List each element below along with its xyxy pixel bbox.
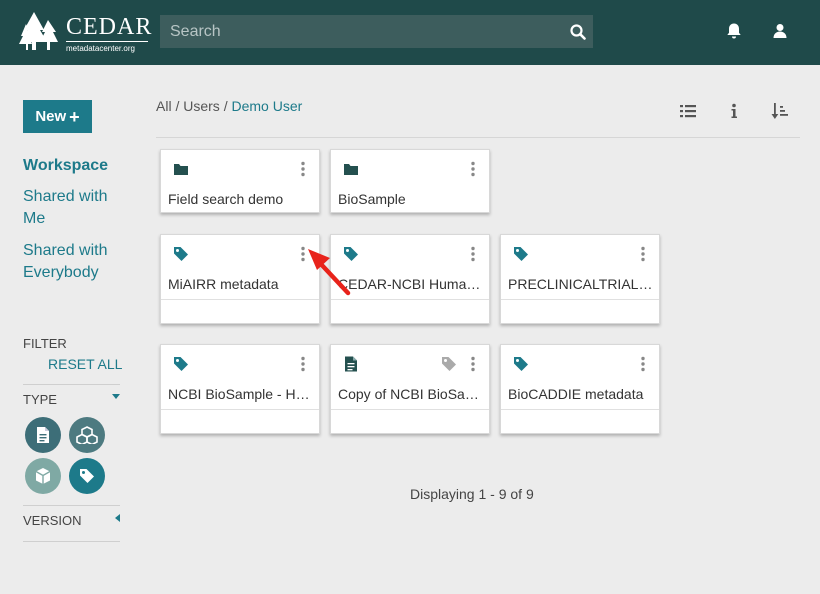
card-divider [331,299,489,300]
type-filter-fields[interactable] [25,458,61,494]
resource-card-instance[interactable]: Copy of NCBI BioSample [330,344,490,434]
sort-icon[interactable] [771,102,789,120]
card-divider [501,299,659,300]
tag-icon [514,247,528,261]
more-vertical-icon[interactable] [640,246,646,262]
tag-icon [514,357,528,371]
info-icon[interactable] [725,102,743,120]
tag-icon [80,469,94,483]
card-title: MiAIRR metadata [168,276,279,292]
more-vertical-icon[interactable] [300,161,306,177]
version-filter-label[interactable]: VERSION [23,513,82,528]
tag-icon [442,357,456,371]
resource-card-template[interactable]: MiAIRR metadata [160,234,320,324]
nav-shared-with-me[interactable]: Shared with Me [23,186,108,230]
card-divider [161,299,319,300]
card-title: BioSample [338,191,406,207]
type-divider [23,505,120,506]
logo-title[interactable]: CEDAR [66,14,152,41]
more-vertical-icon[interactable] [640,356,646,372]
breadcrumb-current[interactable]: Demo User [231,98,302,114]
annotation-arrow-icon [308,249,351,296]
logo-underline [66,41,148,42]
tag-icon [174,357,188,371]
tag-icon [174,247,188,261]
filter-label: FILTER [23,336,67,351]
new-button[interactable]: New + [23,100,92,133]
plus-icon: + [69,106,80,127]
resource-card-folder[interactable]: Field search demo [160,149,320,213]
resource-card-folder[interactable]: BioSample [330,149,490,213]
nav-shared-with-everybody-line2: Everybody [23,264,99,281]
nav-shared-with-everybody-line1: Shared with [23,242,108,259]
reset-all-link[interactable]: RESET ALL [48,356,122,372]
breadcrumb-users[interactable]: Users [183,98,220,114]
card-title: Field search demo [168,191,284,207]
chevron-left-icon[interactable] [115,514,120,522]
content-divider [156,137,800,138]
cube-icon [35,468,51,484]
more-vertical-icon[interactable] [470,246,476,262]
resource-card-template[interactable]: PRECLINICALTRIALS.EU [500,234,660,324]
document-icon [37,427,49,443]
results-count: Displaying 1 - 9 of 9 [410,486,534,502]
resource-card-template[interactable]: BioCADDIE metadata [500,344,660,434]
nav-shared-with-everybody[interactable]: Shared with Everybody [23,240,108,284]
nav-workspace-label: Workspace [23,157,109,174]
version-divider [23,541,120,542]
cubes-icon [76,426,98,444]
type-filter-template-fields[interactable] [25,417,61,453]
breadcrumb-all[interactable]: All [156,98,172,114]
card-divider [161,409,319,410]
bell-icon[interactable] [725,22,743,40]
new-button-label: New [35,108,67,125]
folder-icon [174,164,188,175]
top-header: CEDAR metadatacenter.org [0,0,820,65]
breadcrumb: All / Users / Demo User [156,98,302,114]
search-input[interactable] [160,15,563,48]
chevron-down-icon[interactable] [112,394,120,399]
more-vertical-icon[interactable] [470,356,476,372]
nav-workspace[interactable]: Workspace [23,155,108,177]
type-filter-elements[interactable] [69,417,105,453]
search-icon[interactable] [563,23,593,40]
filter-divider [23,384,120,385]
search-bar [160,15,593,48]
nav-shared-with-me-line2: Me [23,210,46,227]
card-title: NCBI BioSample - Human [168,386,314,402]
logo-subtitle: metadatacenter.org [66,44,135,53]
more-vertical-icon[interactable] [470,161,476,177]
card-divider [331,409,489,410]
card-title: BioCADDIE metadata [508,386,644,402]
user-icon[interactable] [771,22,789,40]
cedar-tree-icon [19,12,58,50]
breadcrumb-separator: / [175,98,180,114]
list-view-icon[interactable] [679,102,697,120]
breadcrumb-separator: / [223,98,228,114]
card-divider [501,409,659,410]
resource-card-template[interactable]: CEDAR-NCBI Human Tissue [330,234,490,324]
card-title: CEDAR-NCBI Human Tissue [338,276,484,292]
card-title: Copy of NCBI BioSample [338,386,484,402]
nav-shared-with-me-line1: Shared with [23,188,108,205]
card-title: PRECLINICALTRIALS.EU [508,276,654,292]
folder-icon [344,164,358,175]
type-filter-label[interactable]: TYPE [23,392,57,407]
resource-card-template[interactable]: NCBI BioSample - Human [160,344,320,434]
document-icon [345,356,357,372]
type-filter-templates[interactable] [69,458,105,494]
more-vertical-icon[interactable] [300,356,306,372]
